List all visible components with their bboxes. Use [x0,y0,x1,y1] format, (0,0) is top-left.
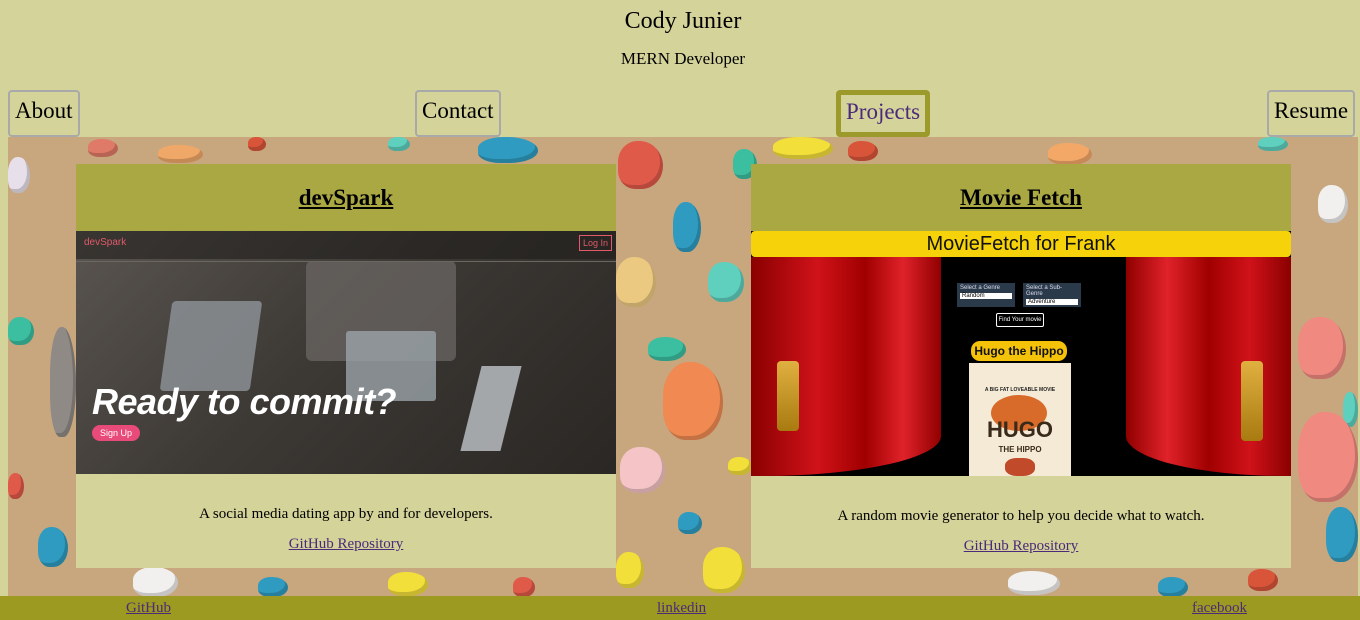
project-card-moviefetch: Movie Fetch MovieFetch for Frank Select … [751,164,1291,568]
login-button: Log In [578,235,612,251]
signup-button: Sign Up [92,425,141,441]
project-description: A random movie generator to help you dec… [837,508,1205,524]
footer-facebook-link[interactable]: facebook [1192,600,1247,617]
github-repository-link[interactable]: GitHub Repository [751,538,1291,555]
moviefetch-banner: MovieFetch for Frank [751,231,1291,257]
right-curtain [1126,257,1291,476]
project-title-link[interactable]: Movie Fetch [960,185,1082,211]
devspark-screenshot[interactable]: devSpark Log In Ready to commit? Sign Up [76,231,616,474]
site-name: Cody Junier [624,8,742,34]
moviefetch-screenshot[interactable]: MovieFetch for Frank Select a Genre Rand… [751,231,1291,476]
nav-contact-button[interactable]: Contact [415,90,501,137]
nav-resume-button[interactable]: Resume [1267,90,1356,137]
subgenre-select: Select a Sub-Genre Adventure [1023,283,1081,307]
nav-projects-button[interactable]: Projects [836,90,931,137]
project-description: A social media dating app by and for dev… [199,506,493,522]
devspark-headline: Ready to commit? [92,381,397,422]
projects-section: devSpark devSpark Log In Ready to commit… [8,137,1358,596]
footer-linkedin-link[interactable]: linkedin [657,600,706,617]
site-footer: GitHub linkedin facebook [0,596,1360,620]
github-repository-link[interactable]: GitHub Repository [76,536,616,553]
movie-poster: A BIG FAT LOVEABLE MOVIE HUGO THE HIPPO [969,363,1071,476]
devspark-logo: devSpark [84,237,127,248]
site-role: MERN Developer [620,49,746,68]
project-title-link[interactable]: devSpark [299,185,394,211]
genre-select: Select a Genre Random [957,283,1015,307]
project-card-devspark: devSpark devSpark Log In Ready to commit… [76,164,616,568]
site-header: Cody Junier MERN Developer About Contact… [0,0,1360,138]
movie-title-badge: Hugo the Hippo [971,341,1067,361]
nav-about-button[interactable]: About [8,90,80,137]
card-header: Movie Fetch [751,164,1291,231]
card-header: devSpark [76,164,616,231]
footer-github-link[interactable]: GitHub [126,600,171,617]
find-movie-button: Find Your movie [996,313,1044,327]
